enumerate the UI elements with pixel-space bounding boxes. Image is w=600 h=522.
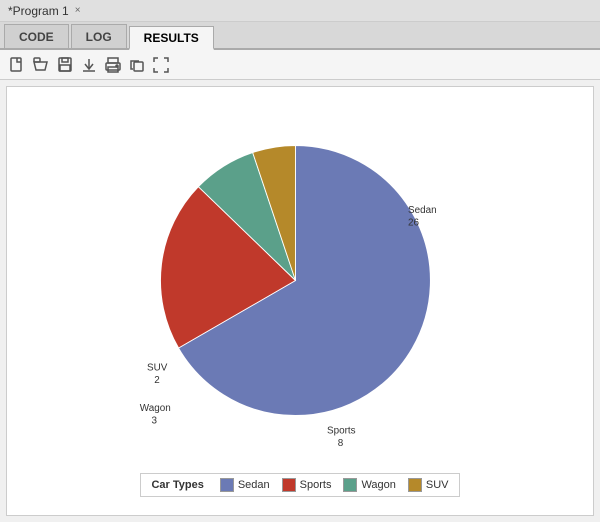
legend-title: Car Types — [151, 479, 203, 491]
legend-item-wagon: Wagon — [343, 478, 395, 492]
sedan-legend-label: Sedan — [238, 479, 270, 491]
sedan-legend-color — [220, 478, 234, 492]
wagon-value: 3 — [152, 416, 158, 427]
suv-value: 2 — [154, 375, 160, 386]
chart-legend: Car Types Sedan Sports Wagon SUV — [140, 473, 459, 497]
legend-item-suv: SUV — [408, 478, 449, 492]
sedan-label: Sedan — [408, 205, 437, 216]
sports-value: 8 — [338, 438, 344, 449]
suv-label: SUV — [147, 363, 168, 374]
export-icon[interactable] — [80, 56, 98, 74]
pie-chart: Sedan 26 Sports 8 Wagon 3 SUV 2 — [120, 105, 480, 465]
title-bar: *Program 1 × — [0, 0, 600, 22]
wagon-legend-label: Wagon — [361, 479, 395, 491]
tab-code[interactable]: CODE — [4, 24, 69, 48]
window-title: *Program 1 — [8, 4, 69, 18]
suv-legend-color — [408, 478, 422, 492]
tabs-bar: CODE LOG RESULTS — [0, 22, 600, 50]
sports-legend-color — [282, 478, 296, 492]
close-button[interactable]: × — [75, 5, 81, 16]
icon-toolbar — [0, 50, 600, 80]
sports-legend-label: Sports — [300, 479, 332, 491]
chart-container: Sedan 26 Sports 8 Wagon 3 SUV 2 Car Type… — [17, 97, 583, 505]
wagon-label: Wagon — [140, 403, 171, 414]
main-window: *Program 1 × CODE LOG RESULTS — [0, 0, 600, 522]
legend-item-sedan: Sedan — [220, 478, 270, 492]
content-area: Sedan 26 Sports 8 Wagon 3 SUV 2 Car Type… — [6, 86, 594, 516]
layout-icon[interactable] — [128, 56, 146, 74]
fullscreen-icon[interactable] — [152, 56, 170, 74]
tab-log[interactable]: LOG — [71, 24, 127, 48]
tab-results[interactable]: RESULTS — [129, 26, 214, 50]
wagon-legend-color — [343, 478, 357, 492]
suv-legend-label: SUV — [426, 479, 449, 491]
legend-item-sports: Sports — [282, 478, 332, 492]
sedan-value: 26 — [408, 218, 419, 229]
new-icon[interactable] — [8, 56, 26, 74]
save-icon[interactable] — [56, 56, 74, 74]
open-icon[interactable] — [32, 56, 50, 74]
sports-label: Sports — [327, 426, 356, 437]
pie-chart-wrapper: Sedan 26 Sports 8 Wagon 3 SUV 2 — [120, 105, 480, 465]
print-icon[interactable] — [104, 56, 122, 74]
